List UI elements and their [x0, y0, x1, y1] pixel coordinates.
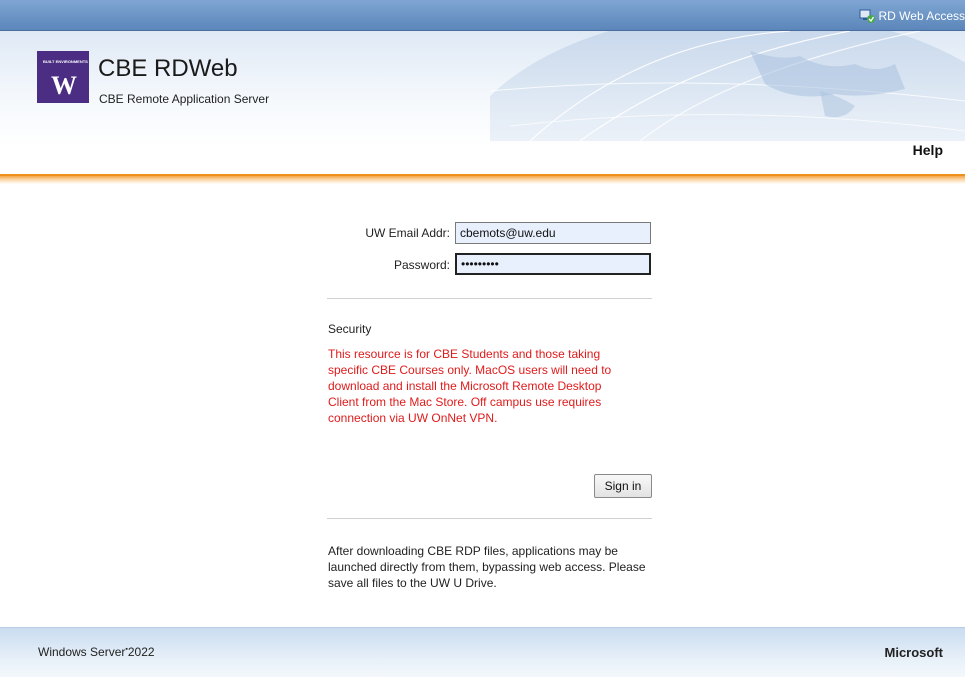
- footer-product-name: Windows Server: [38, 645, 126, 659]
- header: BUILT ENVIRONMENTS W CBE RDWeb CBE Remot…: [0, 31, 965, 176]
- windows-server-logo: Windows Server▪2022: [38, 645, 155, 659]
- security-heading: Security: [328, 322, 372, 336]
- footer-product-version: 2022: [127, 645, 155, 659]
- email-label: UW Email Addr:: [365, 226, 450, 240]
- top-bar: RD Web Access: [0, 0, 965, 31]
- security-notice: This resource is for CBE Students and th…: [328, 347, 612, 425]
- password-label-row: Password:: [300, 254, 450, 276]
- password-label: Password:: [393, 258, 450, 272]
- logo-letter: W: [51, 71, 77, 100]
- email-field[interactable]: [455, 222, 651, 244]
- rdp-files-note: After downloading CBE RDP files, applica…: [328, 544, 646, 590]
- uw-logo[interactable]: BUILT ENVIRONMENTS W: [37, 51, 89, 103]
- rd-web-access-link[interactable]: RD Web Access: [859, 7, 965, 25]
- page-title: CBE RDWeb: [98, 55, 238, 82]
- header-divider: [0, 174, 965, 184]
- footer: Windows Server▪2022 Microsoft: [0, 627, 965, 677]
- rd-web-access-icon: [859, 9, 875, 23]
- rd-web-access-label: RD Web Access: [878, 9, 965, 23]
- help-link[interactable]: Help: [913, 142, 943, 158]
- email-label-row: UW Email Addr:: [300, 222, 450, 244]
- sign-in-button[interactable]: Sign in: [594, 474, 652, 498]
- microsoft-logo: Microsoft: [884, 645, 944, 660]
- password-field[interactable]: [455, 253, 651, 275]
- page-subtitle: CBE Remote Application Server: [99, 92, 270, 106]
- form-divider-top: [327, 298, 652, 299]
- logo-caption: BUILT ENVIRONMENTS: [43, 59, 88, 64]
- globe-background-graphic: [490, 31, 965, 141]
- form-divider-bottom: [327, 518, 652, 519]
